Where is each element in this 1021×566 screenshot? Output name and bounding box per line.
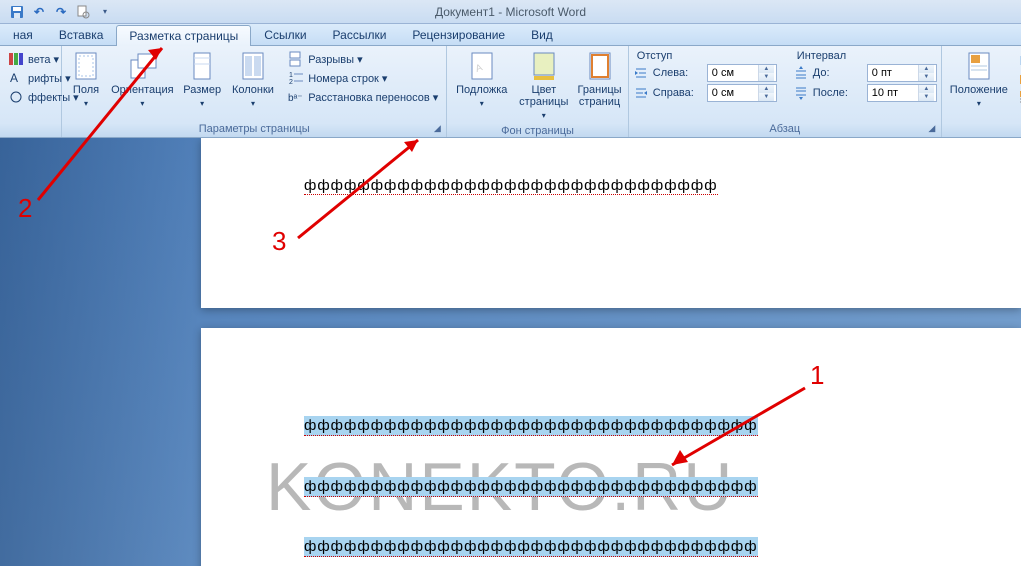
interval-header: Интервал bbox=[793, 48, 937, 62]
group-page-bg-title: Фон страницы bbox=[451, 124, 623, 139]
group-page-background: A Подложка Цвет страницы Границы страниц… bbox=[447, 46, 628, 137]
columns-button[interactable]: Колонки bbox=[228, 48, 279, 112]
orientation-button[interactable]: Ориентация bbox=[108, 48, 177, 112]
text-line[interactable]: ффффффффффффффффффффффффффффффф bbox=[304, 177, 718, 195]
space-after-icon bbox=[793, 85, 809, 101]
document-area: ффффффффффффффффффффффффффффффф KONEKTO.… bbox=[0, 138, 1021, 566]
tab-page-layout[interactable]: Разметка страницы bbox=[116, 25, 251, 46]
size-button[interactable]: Размер bbox=[179, 48, 226, 112]
redo-icon[interactable]: ↷ bbox=[52, 3, 70, 21]
group-themes-title bbox=[4, 134, 57, 137]
indent-left-input[interactable]: ▲▼ bbox=[707, 64, 777, 82]
line-numbers-button[interactable]: 12Номера строк ▾ bbox=[284, 69, 442, 87]
watermark-button[interactable]: A Подложка bbox=[451, 48, 512, 112]
indent-left-label: Слева: bbox=[653, 67, 703, 79]
margins-button[interactable]: Поля bbox=[66, 48, 106, 112]
title-bar: ↶ ↷ ▾ Документ1 - Microsoft Word bbox=[0, 0, 1021, 24]
space-before-input[interactable]: ▲▼ bbox=[867, 64, 937, 82]
tab-home[interactable]: ная bbox=[0, 24, 46, 45]
hyphenation-button[interactable]: bᵃ⁻Расстановка переносов ▾ bbox=[284, 88, 442, 106]
document-page[interactable]: KONEKTO.RU ффффффффффффффффффффффффффффф… bbox=[201, 328, 1021, 566]
page-borders-icon bbox=[584, 50, 616, 82]
indent-right-label: Справа: bbox=[653, 87, 703, 99]
space-before-label: До: bbox=[813, 67, 863, 79]
spinner-down-icon[interactable]: ▼ bbox=[919, 73, 934, 81]
paragraph-launcher[interactable]: ◢ bbox=[925, 121, 939, 135]
effects-icon bbox=[8, 89, 24, 105]
space-before-icon bbox=[793, 65, 809, 81]
tab-view[interactable]: Вид bbox=[518, 24, 566, 45]
breaks-button[interactable]: Разрывы ▾ bbox=[284, 50, 442, 68]
page-borders-button[interactable]: Границы страниц bbox=[575, 48, 624, 110]
svg-text:bᵃ⁻: bᵃ⁻ bbox=[288, 93, 303, 104]
bring-front-button[interactable]: На bbox=[1014, 50, 1021, 68]
space-after-label: После: bbox=[813, 87, 863, 99]
page-setup-launcher[interactable]: ◢ bbox=[430, 121, 444, 135]
group-page-setup-title: Параметры страницы bbox=[66, 122, 442, 137]
group-paragraph: Отступ Слева: ▲▼ Справа: ▲▼ Интервал bbox=[629, 46, 942, 137]
tab-references[interactable]: Ссылки bbox=[251, 24, 319, 45]
position-icon bbox=[963, 50, 995, 82]
selected-text-line[interactable]: фффффффффффффффффффффффффффффффффф bbox=[304, 417, 758, 435]
selected-text-line[interactable]: фффффффффффффффффффффффффффффффффф bbox=[304, 538, 758, 556]
breaks-icon bbox=[288, 51, 304, 67]
line-numbers-icon: 12 bbox=[288, 70, 304, 86]
ribbon-tabs: ная Вставка Разметка страницы Ссылки Рас… bbox=[0, 24, 1021, 46]
group-arrange: Положение На На Об bbox=[942, 46, 1021, 137]
wrap-text-button[interactable]: Об bbox=[1014, 88, 1021, 106]
orientation-icon bbox=[126, 50, 158, 82]
window-title: Документ1 - Microsoft Word bbox=[435, 5, 586, 19]
page-color-button[interactable]: Цвет страницы bbox=[514, 48, 573, 124]
ribbon: вета ▾ Aрифты ▾ ффекты ▾ Поля Ориентация… bbox=[0, 46, 1021, 138]
margins-icon bbox=[70, 50, 102, 82]
indent-left-icon bbox=[633, 65, 649, 81]
document-page[interactable]: ффффффффффффффффффффффффффффффф bbox=[201, 138, 1021, 308]
print-preview-icon[interactable] bbox=[74, 3, 92, 21]
save-icon[interactable] bbox=[8, 3, 26, 21]
columns-icon bbox=[237, 50, 269, 82]
svg-text:1: 1 bbox=[289, 72, 293, 79]
qat-dropdown-icon[interactable]: ▾ bbox=[96, 3, 114, 21]
spinner-up-icon[interactable]: ▲ bbox=[919, 65, 934, 73]
tab-review[interactable]: Рецензирование bbox=[399, 24, 518, 45]
group-page-setup: Поля Ориентация Размер Колонки Разрывы ▾… bbox=[62, 46, 447, 137]
group-paragraph-title: Абзац bbox=[633, 122, 937, 137]
size-icon bbox=[186, 50, 218, 82]
selected-text-line[interactable]: фффффффффффффффффффффффффффффффффф bbox=[304, 478, 758, 496]
watermark-icon: A bbox=[466, 50, 498, 82]
spinner-down-icon[interactable]: ▼ bbox=[759, 93, 774, 101]
spinner-down-icon[interactable]: ▼ bbox=[919, 93, 934, 101]
space-after-input[interactable]: ▲▼ bbox=[867, 84, 937, 102]
indent-right-input[interactable]: ▲▼ bbox=[707, 84, 777, 102]
send-back-button[interactable]: На bbox=[1014, 69, 1021, 87]
spinner-down-icon[interactable]: ▼ bbox=[759, 73, 774, 81]
indent-header: Отступ bbox=[633, 48, 777, 62]
tab-insert[interactable]: Вставка bbox=[46, 24, 117, 45]
svg-text:2: 2 bbox=[289, 79, 293, 86]
tab-mailings[interactable]: Рассылки bbox=[320, 24, 400, 45]
fonts-icon: A bbox=[8, 70, 24, 86]
group-themes: вета ▾ Aрифты ▾ ффекты ▾ bbox=[0, 46, 62, 137]
page-color-icon bbox=[528, 50, 560, 82]
spinner-up-icon[interactable]: ▲ bbox=[759, 65, 774, 73]
svg-text:A: A bbox=[10, 71, 18, 85]
hyphenation-icon: bᵃ⁻ bbox=[288, 89, 304, 105]
colors-icon bbox=[8, 51, 24, 67]
quick-access-toolbar: ↶ ↷ ▾ bbox=[0, 3, 114, 21]
spinner-up-icon[interactable]: ▲ bbox=[759, 85, 774, 93]
undo-icon[interactable]: ↶ bbox=[30, 3, 48, 21]
position-button[interactable]: Положение bbox=[946, 48, 1012, 112]
spinner-up-icon[interactable]: ▲ bbox=[919, 85, 934, 93]
indent-right-icon bbox=[633, 85, 649, 101]
